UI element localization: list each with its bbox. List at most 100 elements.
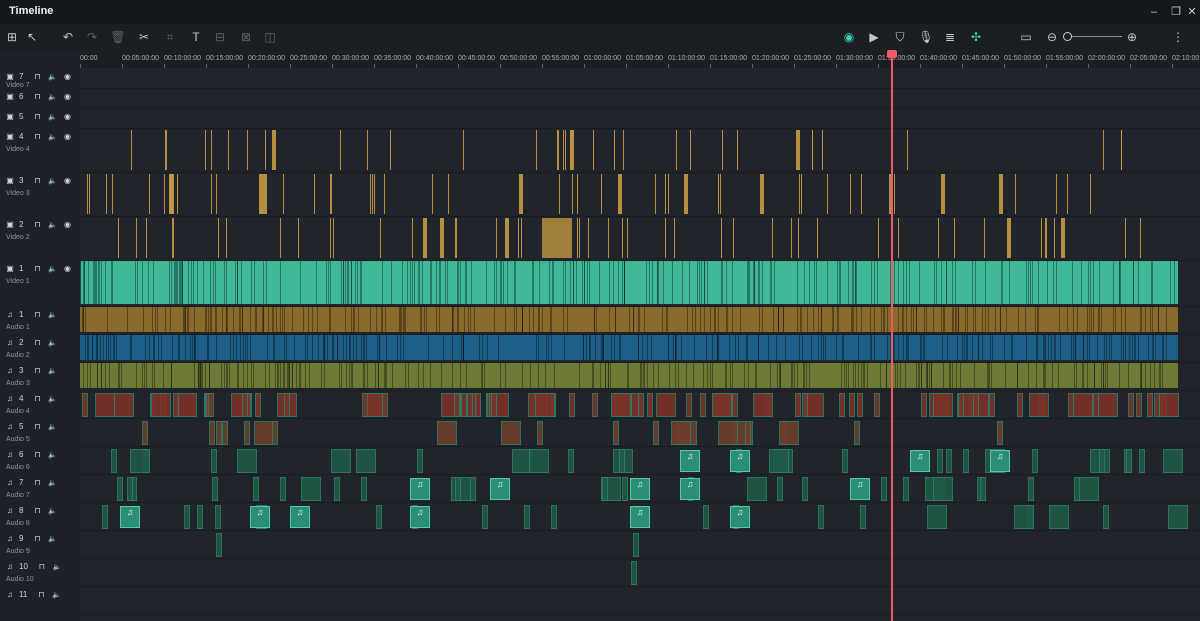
timeline-clip[interactable] [440, 218, 444, 258]
lock-icon[interactable]: ⊓ [31, 112, 43, 121]
timeline-clip[interactable] [334, 477, 340, 501]
timeline-clip[interactable] [496, 218, 497, 258]
timeline-clip[interactable] [432, 174, 433, 214]
timeline-clip[interactable] [259, 174, 263, 214]
timeline-clip[interactable] [362, 393, 368, 417]
undo-icon[interactable]: ↶ [60, 29, 76, 45]
timeline-clip[interactable] [205, 130, 206, 170]
timeline-clip[interactable] [684, 174, 688, 214]
timeline-clip[interactable] [114, 393, 134, 417]
timeline-clip[interactable] [791, 218, 792, 258]
lock-icon[interactable]: ⊓ [36, 562, 48, 571]
timeline-clip[interactable] [80, 261, 1178, 304]
timeline-clip[interactable] [1029, 393, 1049, 417]
stabilize-icon[interactable]: ◫ [262, 29, 278, 45]
track-lane-audio-10[interactable] [80, 558, 1200, 587]
timeline-clip[interactable] [228, 130, 229, 170]
timeline-clip[interactable] [601, 174, 602, 214]
timeline-clip[interactable] [619, 449, 625, 473]
track-header-video-2[interactable]: ▣ 2 ⊓ 🔈 ◉ Video 2 [0, 216, 80, 260]
timeline-clip[interactable] [623, 130, 624, 170]
track-lane-audio-7[interactable]: ♫ ♫ ♫ ♫ ♫ [80, 474, 1200, 503]
timeline-clip[interactable] [577, 218, 578, 258]
mute-icon[interactable]: 🔈 [46, 367, 58, 375]
timeline-clip[interactable] [818, 505, 824, 529]
track-header-audio-2[interactable]: ♫ 2 ⊓ 🔈 Audio 2 [0, 334, 80, 362]
timeline-clip[interactable] [593, 130, 594, 170]
split-icon[interactable]: ⊟ [212, 29, 228, 45]
timeline-clip[interactable] [1007, 218, 1011, 258]
timeline-clip[interactable] [941, 174, 945, 214]
timeline-clip[interactable] [608, 218, 609, 258]
timeline-clip[interactable] [839, 393, 845, 417]
timeline-clip[interactable] [737, 130, 738, 170]
timeline-clip[interactable] [380, 218, 381, 258]
track-header-video-6[interactable]: ▣ 6 ⊓ 🔈 ◉ [0, 88, 80, 108]
timeline-clip[interactable] [712, 393, 732, 417]
timeline-clip[interactable] [1017, 393, 1023, 417]
timeline-clip[interactable] [361, 477, 367, 501]
lock-icon[interactable]: ⊓ [31, 478, 43, 487]
lock-icon[interactable]: ⊓ [31, 366, 43, 375]
timeline-clip[interactable] [536, 130, 537, 170]
visibility-eye-icon[interactable]: ◉ [61, 220, 73, 229]
track-header-audio-3[interactable]: ♫ 3 ⊓ 🔈 Audio 3 [0, 362, 80, 390]
mute-icon[interactable]: 🔈 [46, 451, 58, 459]
timeline-clip[interactable] [131, 130, 132, 170]
timeline-clip[interactable] [1125, 218, 1126, 258]
timeline-clip[interactable] [356, 449, 376, 473]
timeline-clip[interactable] [655, 174, 656, 214]
track-header-audio-7[interactable]: ♫ 7 ⊓ 🔈 Audio 7 [0, 474, 80, 502]
timeline-clip[interactable] [1056, 174, 1057, 214]
music-clip[interactable]: ♫ [680, 478, 700, 500]
timeline-clip[interactable] [146, 218, 147, 258]
timeline-clip[interactable] [340, 130, 341, 170]
lock-icon[interactable]: ⊓ [31, 92, 43, 101]
timeline-clip[interactable] [801, 174, 802, 214]
timeline-clip[interactable] [142, 421, 148, 445]
timeline-clip[interactable] [874, 393, 880, 417]
timeline-clip[interactable] [247, 130, 248, 170]
timeline-clip[interactable] [760, 174, 764, 214]
timeline-clip[interactable] [690, 130, 691, 170]
timeline-clip[interactable] [812, 130, 813, 170]
visibility-eye-icon[interactable]: ◉ [61, 176, 73, 185]
playhead-handle[interactable] [887, 50, 897, 58]
timeline-clip[interactable] [501, 421, 521, 445]
timeline-clip[interactable] [1061, 218, 1065, 258]
timeline-clip[interactable] [301, 477, 321, 501]
timeline-clip[interactable] [231, 393, 251, 417]
timeline-clip[interactable] [222, 421, 228, 445]
timeline-clip[interactable] [331, 449, 351, 473]
minimize-icon[interactable]: – [1146, 4, 1162, 20]
timeline-clip[interactable] [333, 218, 334, 258]
timeline-clip[interactable] [927, 505, 947, 529]
music-clip[interactable]: ♫ [990, 450, 1010, 472]
cut-icon[interactable]: ✂ [136, 29, 152, 45]
timeline-clip[interactable] [633, 533, 639, 557]
timeline-clip[interactable] [881, 477, 887, 501]
voiceover-icon[interactable]: ≣ [942, 29, 958, 45]
visibility-eye-icon[interactable]: ◉ [61, 264, 73, 273]
music-clip[interactable]: ♫ [730, 506, 750, 528]
timeline-clip[interactable] [722, 130, 723, 170]
track-header-audio-11[interactable]: ♫ 11 ⊓ 🔈 [0, 586, 80, 614]
crop-icon[interactable]: ⌗ [162, 29, 178, 45]
timeline-clip[interactable] [118, 218, 119, 258]
music-clip[interactable]: ♫ [410, 506, 430, 528]
timeline-clip[interactable] [1147, 393, 1153, 417]
timeline-clip[interactable] [850, 174, 851, 214]
timeline-clip[interactable] [330, 218, 331, 258]
timeline-clip[interactable] [817, 218, 818, 258]
timeline-clip[interactable] [529, 449, 549, 473]
mute-icon[interactable]: 🔈 [46, 479, 58, 487]
music-clip[interactable]: ♫ [910, 450, 930, 472]
timeline-clip[interactable] [467, 393, 473, 417]
visibility-eye-icon[interactable]: ◉ [61, 72, 73, 81]
timeline-clip[interactable] [827, 174, 828, 214]
timeline-clip[interactable] [954, 218, 955, 258]
timeline-clip[interactable] [370, 174, 371, 214]
timeline-clip[interactable] [106, 174, 107, 214]
timeline-clip[interactable] [676, 130, 677, 170]
timeline-clip[interactable] [280, 218, 281, 258]
